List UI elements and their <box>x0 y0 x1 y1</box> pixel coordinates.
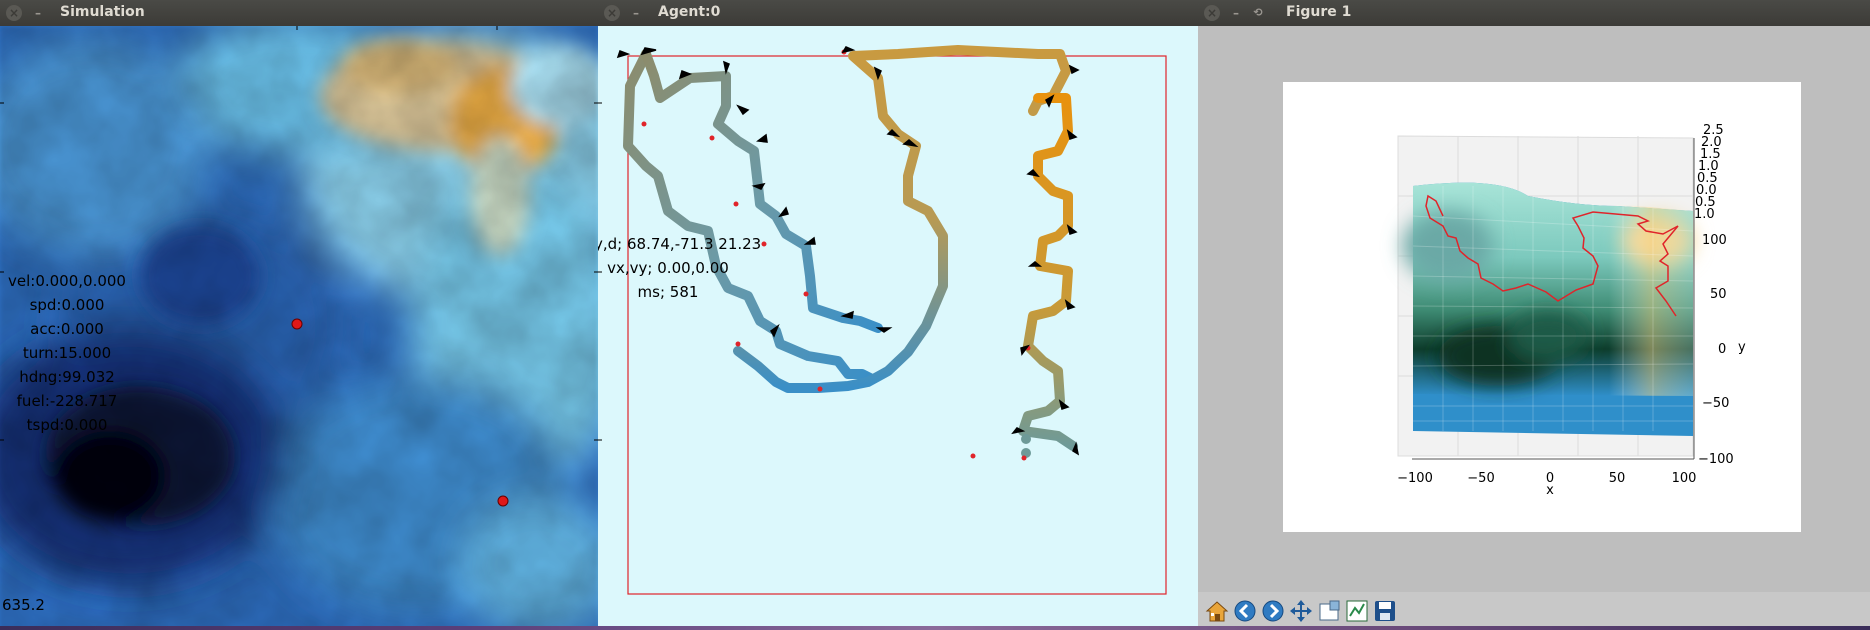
minimize-icon[interactable]: – <box>628 5 644 21</box>
surface-plot[interactable]: −100 −50 0 50 100 x 100 50 0 −50 −100 y … <box>1198 26 1870 592</box>
pan-icon[interactable] <box>1288 598 1314 624</box>
home-icon[interactable] <box>1204 598 1230 624</box>
x-tick-4: 100 <box>1672 471 1697 486</box>
minimize-icon[interactable]: – <box>1228 5 1244 21</box>
desktop-strip <box>0 626 1870 630</box>
zoom-icon[interactable] <box>1316 598 1342 624</box>
agent-window: × – Agent:0 y,d; 68.74,-71.3 21.23 vx,vy… <box>598 0 1198 630</box>
forward-icon[interactable] <box>1260 598 1286 624</box>
y-axis-label: y <box>1738 340 1746 355</box>
target-marker <box>497 495 509 507</box>
stat-fuel: fuel:-228.717 <box>16 392 118 410</box>
path-segment-start <box>623 49 875 383</box>
stat-heading: hdng:99.032 <box>19 368 115 386</box>
surface <box>1403 182 1694 436</box>
x-tick-1: −50 <box>1467 471 1494 486</box>
path-segment-middle <box>733 45 1071 393</box>
simulation-titlebar: × – Simulation <box>0 0 598 26</box>
agent-ms: ms; 581 <box>637 283 699 301</box>
window-title: Agent:0 <box>658 4 721 20</box>
simulation-stats: vel:0.000,0.000 spd:0.000 acc:0.000 turn… <box>0 269 134 437</box>
save-icon[interactable] <box>1372 598 1398 624</box>
stat-acceleration: acc:0.000 <box>30 320 104 338</box>
z-tick-7: 1.0 <box>1694 207 1715 222</box>
figure-area: −100 −50 0 50 100 x 100 50 0 −50 −100 y … <box>1198 26 1870 630</box>
back-icon[interactable] <box>1232 598 1258 624</box>
agent-position: y,d; 68.74,-71.3 21.23 <box>598 235 762 253</box>
stat-target-speed: tspd:0.000 <box>26 416 108 434</box>
agent-marker <box>291 318 303 330</box>
sim-time: 635.2 <box>2 596 45 614</box>
stat-speed: spd:0.000 <box>29 296 105 314</box>
agent-velocity: vx,vy; 0.00,0.00 <box>607 259 729 277</box>
y-tick-3: −50 <box>1702 396 1729 411</box>
minimize-icon[interactable]: – <box>30 5 46 21</box>
subplots-icon[interactable] <box>1344 598 1370 624</box>
close-icon[interactable]: × <box>6 5 22 21</box>
agent-path-plot <box>598 45 1167 595</box>
y-tick-2: 0 <box>1718 342 1726 357</box>
simulation-canvas[interactable]: vel:0.000,0.000 spd:0.000 acc:0.000 turn… <box>0 16 598 630</box>
window-title: Figure 1 <box>1286 4 1352 20</box>
agent-stats: y,d; 68.74,-71.3 21.23 vx,vy; 0.00,0.00 … <box>598 232 762 304</box>
x-tick-3: 50 <box>1609 471 1626 486</box>
figure-toolbar <box>1198 592 1870 630</box>
restore-icon[interactable]: ⟲ <box>1250 5 1266 21</box>
y-tick-0: 100 <box>1702 233 1727 248</box>
y-tick-1: 50 <box>1710 287 1727 302</box>
simulation-window: × – Simulation vel:0.000,0.000 spd:0.000… <box>0 0 598 630</box>
x-tick-0: −100 <box>1397 471 1433 486</box>
close-icon[interactable]: × <box>1204 5 1220 21</box>
window-title: Simulation <box>60 4 145 20</box>
figure-window: × – ⟲ Figure 1 −100 −50 0 50 100 x 100 5… <box>1198 0 1870 630</box>
agent-titlebar: × – Agent:0 <box>598 0 1198 26</box>
close-icon[interactable]: × <box>604 5 620 21</box>
agent-canvas[interactable]: y,d; 68.74,-71.3 21.23 vx,vy; 0.00,0.00 … <box>598 26 1198 630</box>
path-segment-end <box>1018 93 1078 451</box>
stat-turn: turn:15.000 <box>22 344 112 362</box>
stat-velocity: vel:0.000,0.000 <box>8 272 126 290</box>
figure-titlebar: × – ⟲ Figure 1 <box>1198 0 1870 26</box>
x-axis-label: x <box>1546 483 1554 498</box>
y-tick-4: −100 <box>1698 452 1734 467</box>
